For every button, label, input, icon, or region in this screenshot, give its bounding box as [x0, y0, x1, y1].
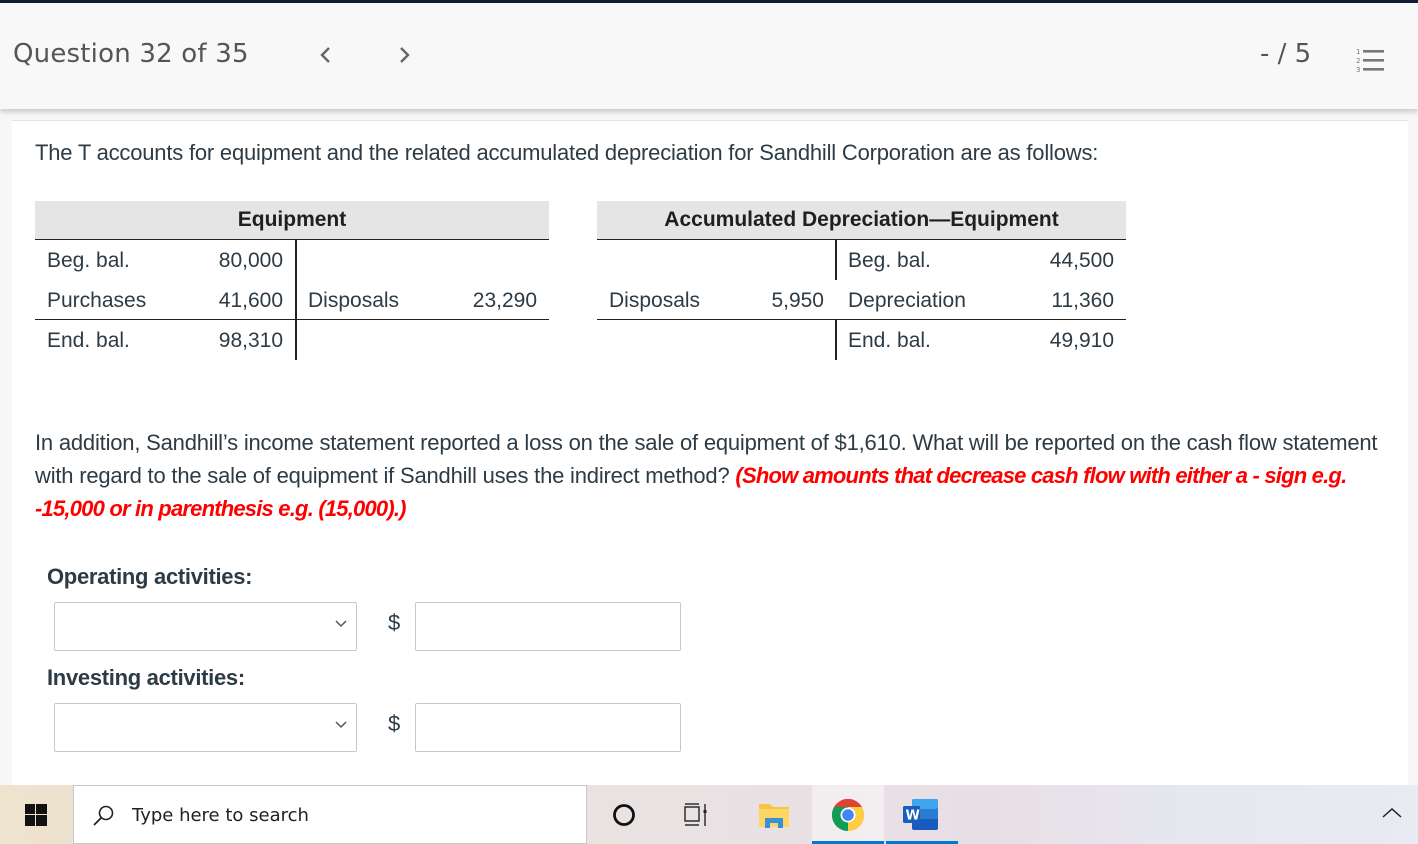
t-account-row: Beg. bal. 44,500	[597, 240, 1126, 280]
credit-value: 23,290	[472, 289, 537, 312]
show-hidden-icons-button[interactable]	[1380, 801, 1404, 825]
credit-value: 11,360	[1051, 289, 1114, 312]
t-account-divider	[295, 240, 297, 280]
question-counter: Question 32 of 35	[13, 39, 249, 69]
operating-activities-label: Operating activities:	[47, 564, 253, 589]
chevron-down-icon	[335, 620, 347, 628]
t-account-row: Purchases 41,600 Disposals 23,290	[35, 280, 549, 320]
t-account-equipment: Equipment Beg. bal. 80,000 Purchases 41,…	[35, 201, 549, 360]
debit-value: 80,000	[218, 249, 283, 272]
svg-text:2: 2	[1356, 57, 1360, 65]
chevron-right-icon	[400, 47, 410, 63]
debit-label: Beg. bal.	[47, 249, 130, 272]
windows-taskbar: Type here to search W	[0, 785, 1418, 844]
credit-value: 44,500	[1049, 249, 1114, 272]
question-paragraph: In addition, Sandhill’s income statement…	[35, 426, 1405, 525]
word-button[interactable]: W	[886, 785, 958, 844]
investing-activities-label: Investing activities:	[47, 665, 245, 690]
file-explorer-icon	[759, 804, 789, 828]
search-placeholder: Type here to search	[132, 805, 309, 826]
file-explorer-button[interactable]	[738, 785, 810, 844]
windows-start-icon	[25, 804, 47, 826]
currency-symbol: $	[388, 711, 401, 736]
t-account-title: Equipment	[35, 201, 549, 240]
svg-text:1: 1	[1356, 48, 1360, 56]
investing-activities-select[interactable]	[54, 703, 357, 752]
credit-label: Disposals	[308, 289, 400, 312]
t-account-row: End. bal. 98,310	[35, 320, 549, 360]
next-question-button[interactable]	[392, 43, 416, 67]
chevron-down-icon	[335, 721, 347, 729]
investing-amount-input[interactable]	[415, 703, 681, 752]
chevron-left-icon	[320, 47, 330, 63]
question-header: Question 32 of 35 - / 5 1 2 3	[0, 3, 1418, 109]
word-icon-letter: W	[906, 809, 920, 824]
word-icon: W	[903, 799, 938, 830]
t-account-divider	[835, 320, 837, 360]
debit-value: 98,310	[218, 329, 283, 352]
svg-text:3: 3	[1356, 66, 1360, 73]
debit-label: Disposals	[609, 289, 701, 312]
cortana-icon	[613, 804, 635, 826]
t-account-divider	[835, 240, 837, 280]
debit-value: 5,950	[771, 289, 824, 312]
taskbar-search-box[interactable]: Type here to search	[73, 785, 587, 844]
chrome-icon	[831, 798, 865, 832]
t-account-accumulated-depreciation: Accumulated Depreciation—Equipment Beg. …	[597, 201, 1126, 360]
credit-label: Depreciation	[848, 289, 966, 312]
currency-symbol: $	[388, 610, 401, 635]
debit-value: 41,600	[218, 289, 283, 312]
debit-label: Purchases	[47, 289, 147, 312]
score-display: - / 5	[1260, 39, 1312, 69]
search-icon	[93, 805, 114, 826]
question-content: The T accounts for equipment and the rel…	[12, 120, 1408, 785]
credit-label: Beg. bal.	[848, 249, 931, 272]
task-view-button[interactable]	[660, 785, 732, 844]
chevron-up-icon	[1382, 807, 1402, 818]
previous-question-button[interactable]	[314, 43, 338, 67]
t-account-divider	[295, 280, 297, 320]
t-account-row: Beg. bal. 80,000	[35, 240, 549, 280]
operating-activities-select[interactable]	[54, 602, 357, 651]
operating-amount-input[interactable]	[415, 602, 681, 651]
credit-label: End. bal.	[848, 329, 931, 352]
chrome-button[interactable]	[812, 785, 884, 844]
task-view-icon	[684, 803, 707, 826]
t-account-row: End. bal. 49,910	[597, 320, 1126, 360]
t-account-row: Disposals 5,950 Depreciation 11,360	[597, 280, 1126, 320]
cortana-button[interactable]	[588, 785, 660, 844]
debit-label: End. bal.	[47, 329, 130, 352]
t-account-divider	[295, 320, 297, 360]
t-account-title: Accumulated Depreciation—Equipment	[597, 201, 1126, 240]
question-intro: The T accounts for equipment and the rel…	[35, 140, 1099, 165]
numbered-list-icon: 1 2 3	[1356, 48, 1384, 74]
question-list-button[interactable]: 1 2 3	[1356, 47, 1390, 74]
start-button[interactable]	[0, 785, 72, 844]
credit-value: 49,910	[1049, 329, 1114, 352]
